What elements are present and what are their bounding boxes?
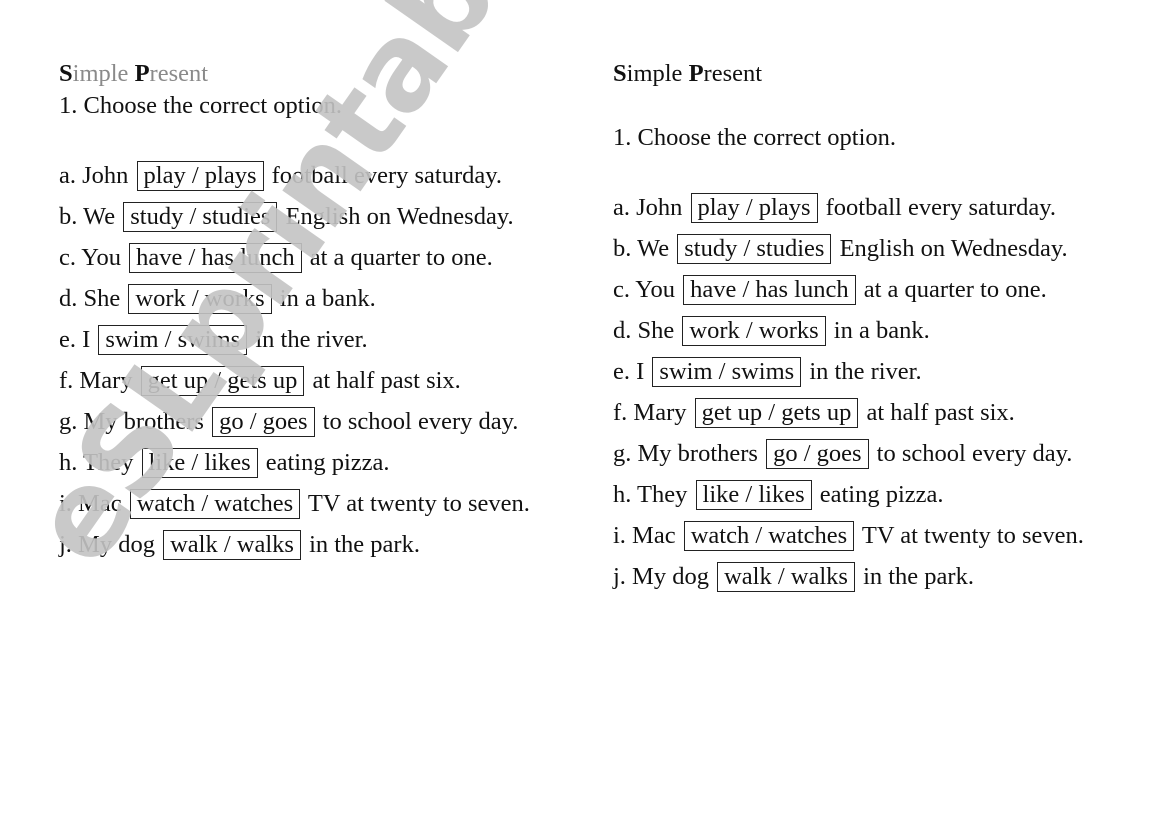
option-box[interactable]: like / likes: [695, 480, 812, 510]
exercise-item: h. They like / likes eating pizza.: [613, 474, 1133, 515]
item-prefix: a. John: [59, 162, 129, 189]
exercise-item: e. I swim / swims in the river.: [613, 351, 1133, 392]
option-box[interactable]: walk / walks: [163, 530, 301, 560]
item-suffix: English on Wednesday.: [285, 203, 514, 230]
exercise-item: c. You have / has lunch at a quarter to …: [613, 269, 1133, 310]
worksheet-title: Simple Present: [613, 58, 1133, 90]
item-suffix: at a quarter to one.: [863, 276, 1047, 303]
option-box[interactable]: watch / watches: [129, 489, 301, 519]
option-box[interactable]: study / studies: [123, 202, 278, 232]
option-box[interactable]: work / works: [682, 316, 826, 346]
item-suffix: in a bank.: [833, 317, 930, 344]
item-suffix: English on Wednesday.: [839, 235, 1068, 262]
item-suffix: to school every day.: [322, 408, 519, 435]
item-suffix: eating pizza.: [819, 481, 944, 508]
item-suffix: at half past six.: [312, 367, 461, 394]
item-suffix: in a bank.: [279, 285, 376, 312]
exercise-item: g. My brothers go / goes to school every…: [613, 433, 1133, 474]
exercise-item: e. I swim / swims in the river.: [59, 319, 579, 360]
item-suffix: football every saturday.: [825, 194, 1057, 221]
item-prefix: d. She: [59, 285, 121, 312]
option-box[interactable]: get up / gets up: [694, 398, 859, 428]
option-box[interactable]: work / works: [128, 284, 272, 314]
exercise-item: b. We study / studies English on Wednesd…: [59, 196, 579, 237]
option-box[interactable]: swim / swims: [98, 325, 248, 355]
option-box[interactable]: watch / watches: [683, 521, 855, 551]
option-box[interactable]: walk / walks: [717, 562, 855, 592]
exercise-item: d. She work / works in a bank.: [59, 278, 579, 319]
item-suffix: football every saturday.: [271, 162, 503, 189]
option-box[interactable]: study / studies: [677, 234, 832, 264]
item-suffix: in the river.: [255, 326, 368, 353]
exercise-item: f. Mary get up / gets up at half past si…: [613, 392, 1133, 433]
exercise-instruction: 1. Choose the correct option.: [59, 92, 343, 119]
item-prefix: i. Mac: [613, 522, 676, 549]
item-prefix: c. You: [59, 244, 121, 271]
title-initial-p: P: [134, 60, 150, 87]
option-box[interactable]: play / plays: [690, 193, 818, 223]
item-prefix: g. My brothers: [59, 408, 204, 435]
option-box[interactable]: play / plays: [136, 161, 264, 191]
title-initial-s: S: [613, 60, 627, 87]
item-suffix: at half past six.: [866, 399, 1015, 426]
item-prefix: g. My brothers: [613, 440, 758, 467]
item-prefix: h. They: [613, 481, 688, 508]
item-prefix: f. Mary: [613, 399, 687, 426]
title-rest-present: resent: [149, 60, 209, 87]
exercise-item: d. She work / works in a bank.: [613, 310, 1133, 351]
title-rest-simple: imple: [72, 60, 135, 87]
option-box[interactable]: get up / gets up: [140, 366, 305, 396]
item-prefix: h. They: [59, 449, 134, 476]
item-suffix: in the park.: [309, 531, 420, 558]
item-prefix: f. Mary: [59, 367, 133, 394]
worksheet-right: Simple Present 1. Choose the correct opt…: [613, 58, 1133, 597]
title-initial-p: P: [688, 60, 704, 87]
worksheet-left: Simple Present 1. Choose the correct opt…: [59, 58, 579, 565]
option-box[interactable]: go / goes: [212, 407, 315, 437]
exercise-items: a. John play / plays football every satu…: [613, 187, 1133, 597]
worksheet-page: Simple Present 1. Choose the correct opt…: [0, 0, 1169, 821]
title-rest-present: resent: [703, 60, 763, 87]
option-box[interactable]: have / has lunch: [683, 275, 856, 305]
item-prefix: e. I: [613, 358, 645, 385]
item-prefix: b. We: [59, 203, 116, 230]
worksheet-title: Simple Present: [59, 58, 579, 90]
option-box[interactable]: swim / swims: [652, 357, 802, 387]
exercise-items: a. John play / plays football every satu…: [59, 155, 579, 565]
item-suffix: at a quarter to one.: [309, 244, 493, 271]
item-prefix: b. We: [613, 235, 670, 262]
item-prefix: i. Mac: [59, 490, 122, 517]
item-suffix: TV at twenty to seven.: [307, 490, 530, 517]
exercise-item: h. They like / likes eating pizza.: [59, 442, 579, 483]
exercise-item: a. John play / plays football every satu…: [613, 187, 1133, 228]
title-initial-s: S: [59, 60, 73, 87]
exercise-item: b. We study / studies English on Wednesd…: [613, 228, 1133, 269]
exercise-item: g. My brothers go / goes to school every…: [59, 401, 579, 442]
item-suffix: in the river.: [809, 358, 922, 385]
exercise-item: i. Mac watch / watches TV at twenty to s…: [59, 483, 579, 524]
item-suffix: eating pizza.: [265, 449, 390, 476]
item-prefix: j. My dog: [613, 563, 709, 590]
exercise-item: a. John play / plays football every satu…: [59, 155, 579, 196]
title-rest-simple: imple: [626, 60, 689, 87]
option-box[interactable]: like / likes: [141, 448, 258, 478]
item-prefix: e. I: [59, 326, 91, 353]
item-suffix: to school every day.: [876, 440, 1073, 467]
exercise-item: f. Mary get up / gets up at half past si…: [59, 360, 579, 401]
item-prefix: d. She: [613, 317, 675, 344]
exercise-item: c. You have / has lunch at a quarter to …: [59, 237, 579, 278]
exercise-item: j. My dog walk / walks in the park.: [613, 556, 1133, 597]
item-prefix: c. You: [613, 276, 675, 303]
item-prefix: j. My dog: [59, 531, 155, 558]
option-box[interactable]: have / has lunch: [129, 243, 302, 273]
exercise-instruction: 1. Choose the correct option.: [613, 124, 897, 151]
exercise-item: i. Mac watch / watches TV at twenty to s…: [613, 515, 1133, 556]
item-suffix: TV at twenty to seven.: [861, 522, 1084, 549]
exercise-item: j. My dog walk / walks in the park.: [59, 524, 579, 565]
option-box[interactable]: go / goes: [766, 439, 869, 469]
item-suffix: in the park.: [863, 563, 974, 590]
item-prefix: a. John: [613, 194, 683, 221]
